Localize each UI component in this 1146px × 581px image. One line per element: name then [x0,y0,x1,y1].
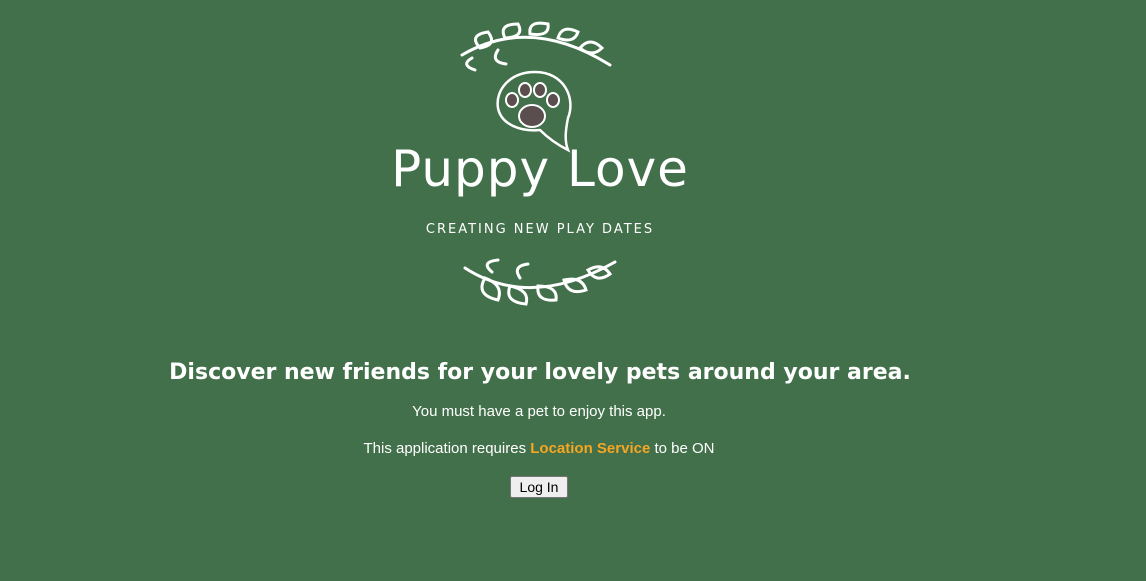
bottom-laurel-icon [463,258,617,306]
top-laurel-icon [460,21,612,72]
location-requirement-text: This application requires Location Servi… [0,440,1078,457]
page-headline: Discover new friends for your lovely pet… [169,360,911,385]
pet-requirement-text: You must have a pet to enjoy this app. [412,403,666,420]
paw-speech-bubble-icon [496,70,572,153]
location-requirement-suffix: to be ON [650,440,715,457]
login-button[interactable]: Log In [510,476,568,498]
brand-title: Puppy Love [391,140,689,198]
landing-page: Puppy Love CREATING NEW PLAY DATES Disco… [0,0,1146,581]
location-service-highlight: Location Service [530,440,651,457]
location-requirement-prefix: This application requires [363,440,531,457]
brand-tagline: CREATING NEW PLAY DATES [425,222,655,237]
